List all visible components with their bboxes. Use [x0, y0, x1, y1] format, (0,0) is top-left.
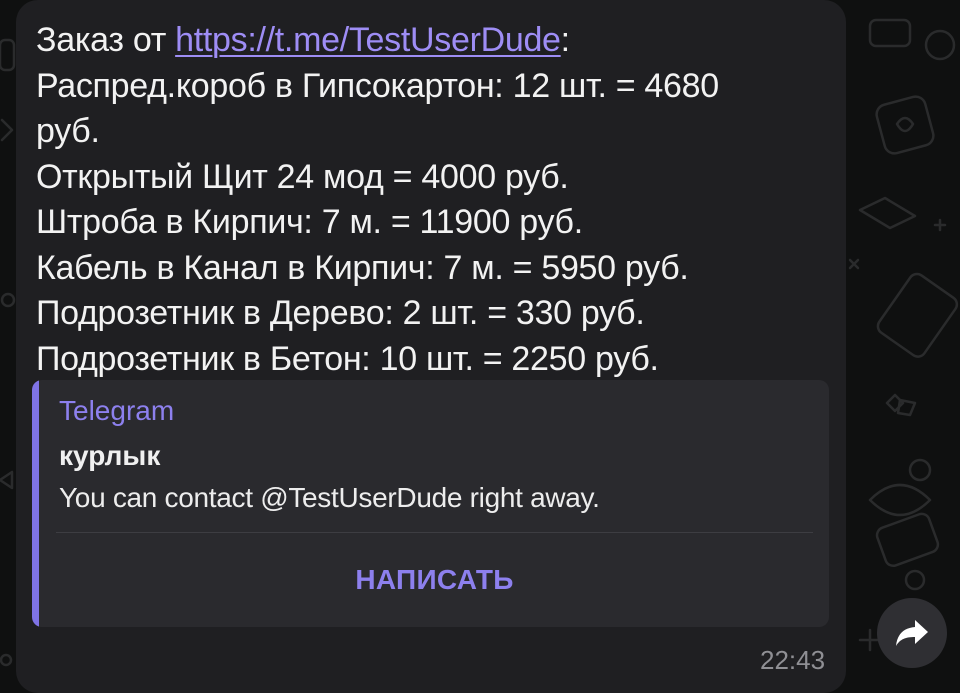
order-line: Подрозетник в Дерево: 2 шт. = 330 руб.: [36, 294, 645, 332]
order-line: Штроба в Кирпич: 7 м. = 11900 руб.: [36, 203, 583, 241]
message-timestamp: 22:43: [760, 645, 826, 675]
chat-screen: Заказ от https://t.me/TestUserDude: Расп…: [0, 0, 960, 693]
order-link[interactable]: https://t.me/TestUserDude: [175, 21, 561, 59]
order-line: Распред.короб в Гипсокартон: 12 шт. = 46…: [36, 66, 719, 105]
order-line: Открытый Щит 24 мод = 4000 руб.: [36, 157, 569, 196]
message-intro-line: Заказ от https://t.me/TestUserDude:: [36, 18, 836, 64]
share-button[interactable]: [877, 598, 947, 668]
order-line: Подрозетник в Бетон: 10 шт. = 2250 руб.: [36, 339, 659, 378]
order-line: руб.: [36, 112, 100, 150]
message-text: Заказ от https://t.me/TestUserDude: Расп…: [36, 18, 836, 382]
share-arrow-icon: [896, 620, 928, 646]
order-line: Кабель в Канал в Кирпич: 7 м. = 5950 руб…: [36, 248, 689, 287]
link-preview-card[interactable]: Telegram курлык You can contact @TestUse…: [32, 380, 829, 627]
preview-divider: [56, 532, 813, 533]
preview-accent-bar: [32, 380, 39, 627]
preview-description: You can contact @TestUserDude right away…: [59, 482, 600, 513]
preview-title: курлык: [59, 440, 161, 471]
intro-suffix: :: [560, 21, 570, 59]
write-button[interactable]: НАПИСАТЬ: [56, 536, 813, 624]
preview-site-name: Telegram: [59, 395, 175, 426]
intro-label: Заказ от: [36, 21, 166, 59]
